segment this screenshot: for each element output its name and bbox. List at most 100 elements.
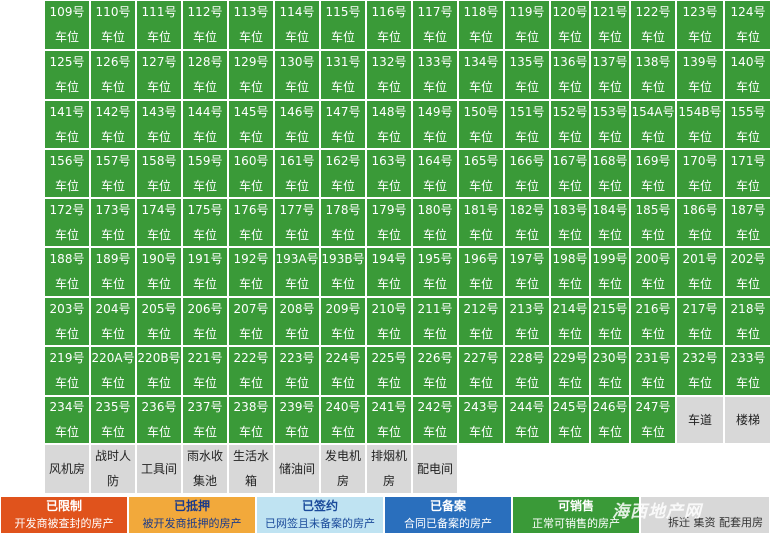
parking-space-cell[interactable]: 123号车位 <box>676 0 724 50</box>
parking-space-cell[interactable]: 161号车位 <box>274 149 320 198</box>
parking-space-cell[interactable]: 167号 车位 <box>550 149 590 198</box>
parking-space-cell[interactable]: 173号车位 <box>90 198 136 247</box>
parking-space-cell[interactable]: 193B号 车位 <box>320 247 366 297</box>
parking-space-cell[interactable]: 210号车位 <box>366 297 412 346</box>
facility-cell[interactable]: 储油间 <box>274 444 320 494</box>
parking-space-cell[interactable]: 110号车位 <box>90 0 136 50</box>
parking-space-cell[interactable]: 144号车位 <box>182 100 228 149</box>
parking-space-cell[interactable]: 138号车位 <box>630 50 676 100</box>
parking-space-cell[interactable]: 128号车位 <box>182 50 228 100</box>
parking-space-cell[interactable]: 160号车位 <box>228 149 274 198</box>
parking-space-cell[interactable]: 208号车位 <box>274 297 320 346</box>
parking-space-cell[interactable]: 154A号 车位 <box>630 100 676 149</box>
parking-space-cell[interactable]: 122号车位 <box>630 0 676 50</box>
parking-space-cell[interactable]: 121号 车位 <box>590 0 630 50</box>
parking-space-cell[interactable]: 233号车位 <box>724 346 770 396</box>
parking-space-cell[interactable]: 214号 车位 <box>550 297 590 346</box>
facility-cell[interactable]: 风机房 <box>44 444 90 494</box>
facility-cell[interactable]: 发电机房 <box>320 444 366 494</box>
parking-space-cell[interactable]: 205号车位 <box>136 297 182 346</box>
parking-space-cell[interactable]: 218号车位 <box>724 297 770 346</box>
facility-cell[interactable]: 配电间 <box>412 444 458 494</box>
parking-space-cell[interactable]: 154B号 车位 <box>676 100 724 149</box>
parking-space-cell[interactable]: 244号车位 <box>504 396 550 444</box>
parking-space-cell[interactable]: 191号车位 <box>182 247 228 297</box>
parking-space-cell[interactable]: 132号车位 <box>366 50 412 100</box>
parking-space-cell[interactable]: 193A号 车位 <box>274 247 320 297</box>
parking-space-cell[interactable]: 141号车位 <box>44 100 90 149</box>
parking-space-cell[interactable]: 234号车位 <box>44 396 90 444</box>
parking-space-cell[interactable]: 163号车位 <box>366 149 412 198</box>
parking-space-cell[interactable]: 199号 车位 <box>590 247 630 297</box>
parking-space-cell[interactable]: 151号车位 <box>504 100 550 149</box>
parking-space-cell[interactable]: 113号车位 <box>228 0 274 50</box>
parking-space-cell[interactable]: 112号车位 <box>182 0 228 50</box>
facility-cell[interactable]: 战时人防 <box>90 444 136 494</box>
parking-space-cell[interactable]: 194号车位 <box>366 247 412 297</box>
parking-space-cell[interactable]: 116号车位 <box>366 0 412 50</box>
parking-space-cell[interactable]: 230号 车位 <box>590 346 630 396</box>
parking-space-cell[interactable]: 156号车位 <box>44 149 90 198</box>
parking-space-cell[interactable]: 189号车位 <box>90 247 136 297</box>
parking-space-cell[interactable]: 169号车位 <box>630 149 676 198</box>
parking-space-cell[interactable]: 159号车位 <box>182 149 228 198</box>
parking-space-cell[interactable]: 118号车位 <box>458 0 504 50</box>
facility-cell[interactable]: 楼梯 <box>724 396 770 444</box>
parking-space-cell[interactable]: 183号 车位 <box>550 198 590 247</box>
parking-space-cell[interactable]: 126号车位 <box>90 50 136 100</box>
parking-space-cell[interactable]: 212号车位 <box>458 297 504 346</box>
parking-space-cell[interactable]: 225号车位 <box>366 346 412 396</box>
parking-space-cell[interactable]: 137号 车位 <box>590 50 630 100</box>
parking-space-cell[interactable]: 120号 车位 <box>550 0 590 50</box>
parking-space-cell[interactable]: 119号车位 <box>504 0 550 50</box>
parking-space-cell[interactable]: 109号车位 <box>44 0 90 50</box>
parking-space-cell[interactable]: 204号车位 <box>90 297 136 346</box>
parking-space-cell[interactable]: 238号车位 <box>228 396 274 444</box>
parking-space-cell[interactable]: 140号车位 <box>724 50 770 100</box>
parking-space-cell[interactable]: 164号车位 <box>412 149 458 198</box>
parking-space-cell[interactable]: 188号车位 <box>44 247 90 297</box>
parking-space-cell[interactable]: 240号车位 <box>320 396 366 444</box>
parking-space-cell[interactable]: 146号车位 <box>274 100 320 149</box>
parking-space-cell[interactable]: 180号车位 <box>412 198 458 247</box>
facility-cell[interactable]: 雨水收集池 <box>182 444 228 494</box>
parking-space-cell[interactable]: 179号车位 <box>366 198 412 247</box>
parking-space-cell[interactable]: 166号车位 <box>504 149 550 198</box>
parking-space-cell[interactable]: 185号车位 <box>630 198 676 247</box>
parking-space-cell[interactable]: 216号车位 <box>630 297 676 346</box>
facility-cell[interactable]: 车道 <box>676 396 724 444</box>
parking-space-cell[interactable]: 200号车位 <box>630 247 676 297</box>
parking-space-cell[interactable]: 168号 车位 <box>590 149 630 198</box>
parking-space-cell[interactable]: 235号车位 <box>90 396 136 444</box>
parking-space-cell[interactable]: 165号车位 <box>458 149 504 198</box>
parking-space-cell[interactable]: 177号车位 <box>274 198 320 247</box>
parking-space-cell[interactable]: 125号车位 <box>44 50 90 100</box>
parking-space-cell[interactable]: 220B号 车位 <box>136 346 182 396</box>
parking-space-cell[interactable]: 147号车位 <box>320 100 366 149</box>
parking-space-cell[interactable]: 211号车位 <box>412 297 458 346</box>
facility-cell[interactable]: 排烟机房 <box>366 444 412 494</box>
parking-space-cell[interactable]: 148号车位 <box>366 100 412 149</box>
parking-space-cell[interactable]: 190号车位 <box>136 247 182 297</box>
parking-space-cell[interactable]: 247号车位 <box>630 396 676 444</box>
parking-space-cell[interactable]: 170号车位 <box>676 149 724 198</box>
parking-space-cell[interactable]: 175号车位 <box>182 198 228 247</box>
parking-space-cell[interactable]: 229号 车位 <box>550 346 590 396</box>
parking-space-cell[interactable]: 153号 车位 <box>590 100 630 149</box>
parking-space-cell[interactable]: 133号车位 <box>412 50 458 100</box>
parking-space-cell[interactable]: 117号车位 <box>412 0 458 50</box>
parking-space-cell[interactable]: 130号车位 <box>274 50 320 100</box>
parking-space-cell[interactable]: 203号车位 <box>44 297 90 346</box>
parking-space-cell[interactable]: 176号车位 <box>228 198 274 247</box>
parking-space-cell[interactable]: 150号车位 <box>458 100 504 149</box>
parking-space-cell[interactable]: 226号车位 <box>412 346 458 396</box>
parking-space-cell[interactable]: 237号车位 <box>182 396 228 444</box>
parking-space-cell[interactable]: 224号车位 <box>320 346 366 396</box>
facility-cell[interactable]: 工具间 <box>136 444 182 494</box>
parking-space-cell[interactable]: 239号车位 <box>274 396 320 444</box>
parking-space-cell[interactable]: 149号车位 <box>412 100 458 149</box>
parking-space-cell[interactable]: 219号车位 <box>44 346 90 396</box>
parking-space-cell[interactable]: 145号车位 <box>228 100 274 149</box>
parking-space-cell[interactable]: 178号车位 <box>320 198 366 247</box>
parking-space-cell[interactable]: 152号 车位 <box>550 100 590 149</box>
